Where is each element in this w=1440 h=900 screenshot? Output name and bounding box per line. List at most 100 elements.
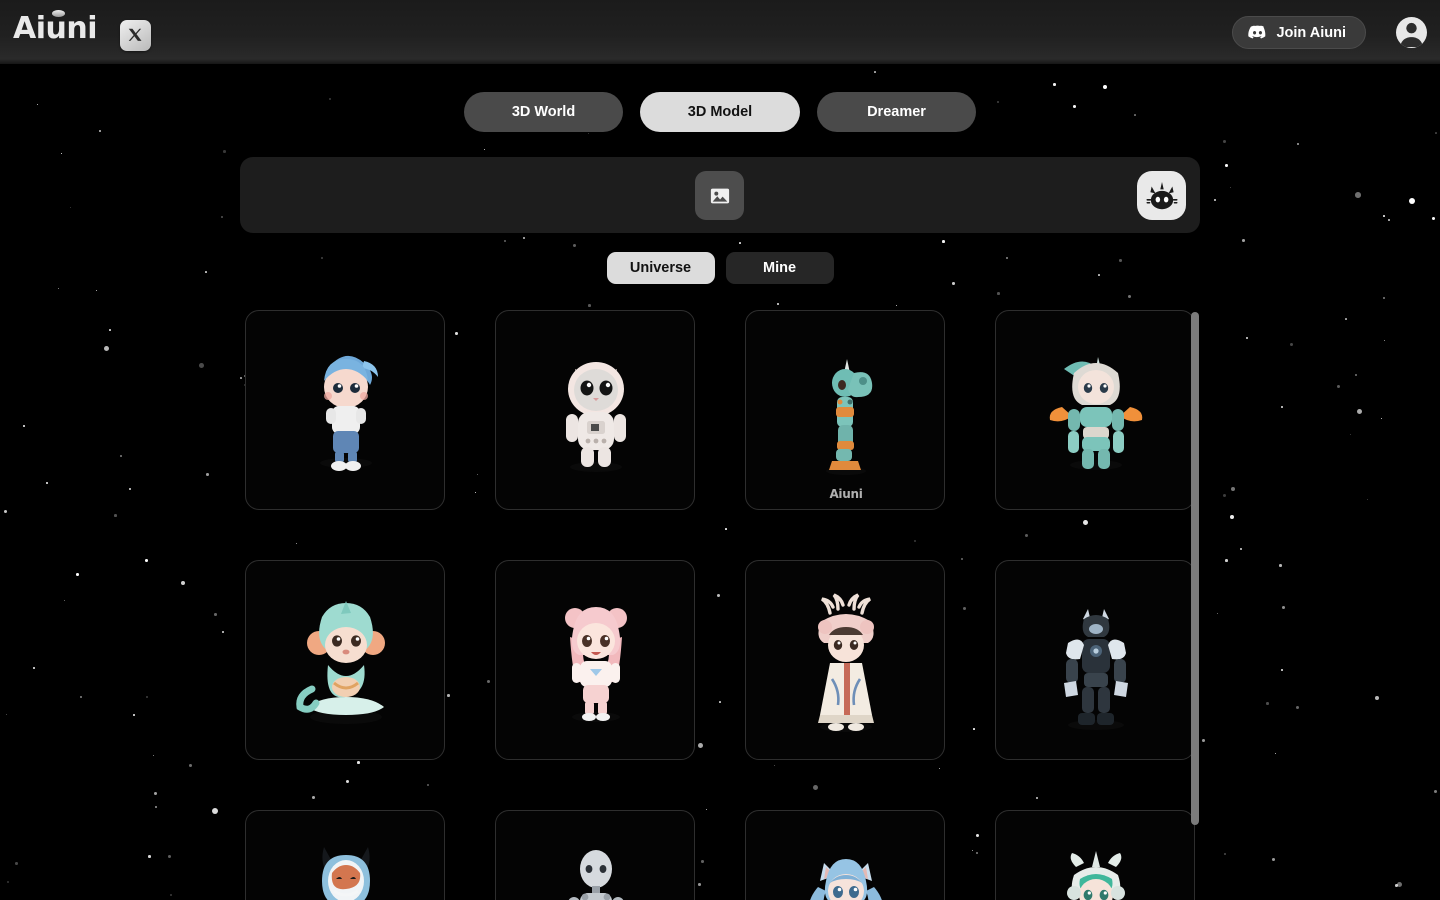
star-dot <box>1345 318 1347 320</box>
model-gallery: Aiuni <box>245 310 1200 900</box>
star-dot <box>114 514 117 517</box>
star-dot <box>222 631 225 634</box>
star-dot <box>1384 340 1386 342</box>
star-dot <box>1397 882 1403 888</box>
star-dot <box>1388 219 1390 221</box>
user-avatar-icon <box>1400 22 1423 48</box>
blue-haired-boy-thumbnail <box>246 311 444 509</box>
star-dot <box>155 806 158 809</box>
gallery-scrollbar-thumb[interactable] <box>1191 312 1199 825</box>
star-dot <box>1214 199 1216 201</box>
star-dot <box>148 855 151 858</box>
generate-model-button[interactable] <box>1137 171 1186 220</box>
star-dot <box>1223 494 1226 497</box>
star-dot <box>1290 343 1294 347</box>
tab-dreamer[interactable]: Dreamer <box>817 92 976 132</box>
star-dot <box>154 792 157 795</box>
model-card[interactable] <box>745 810 945 900</box>
star-dot <box>1357 409 1363 415</box>
star-dot <box>240 377 242 379</box>
star-dot <box>588 304 591 307</box>
star-dot <box>1202 739 1205 742</box>
star-dot <box>33 667 36 670</box>
star-dot <box>484 149 486 151</box>
star-dot <box>997 292 1000 295</box>
star-dot <box>1224 853 1226 855</box>
app-logo[interactable]: Aiuni <box>13 10 98 44</box>
star-dot <box>7 881 10 884</box>
star-dot <box>181 581 186 586</box>
star-dot <box>942 240 945 243</box>
tab-mine[interactable]: Mine <box>725 252 834 284</box>
star-dot <box>1375 696 1380 701</box>
prompt-text-input[interactable] <box>258 157 678 233</box>
gallery-scrollbar-track[interactable] <box>1191 310 1199 900</box>
star-dot <box>1383 297 1385 299</box>
star-dot <box>1217 613 1219 615</box>
star-dot <box>777 303 780 306</box>
model-card[interactable] <box>495 310 695 510</box>
star-dot <box>1434 790 1438 794</box>
model-card[interactable] <box>745 560 945 760</box>
star-dot <box>1381 418 1383 420</box>
dark-armored-mech-thumbnail <box>996 561 1194 759</box>
user-avatar-button[interactable] <box>1396 17 1427 48</box>
star-dot <box>1409 198 1416 205</box>
star-dot <box>1281 669 1283 671</box>
star-dot <box>874 71 876 73</box>
star-dot <box>1296 706 1300 710</box>
star-dot <box>120 455 122 457</box>
star-dot <box>133 714 135 716</box>
star-dot <box>15 862 18 865</box>
model-card[interactable]: Aiuni <box>745 310 945 510</box>
antler-hanfu-girl-thumbnail <box>746 561 944 759</box>
star-dot <box>1242 239 1245 242</box>
star-dot <box>1395 884 1398 887</box>
tab-3d-world[interactable]: 3D World <box>464 92 623 132</box>
star-dot <box>588 133 590 135</box>
cat-astronaut-thumbnail <box>496 311 694 509</box>
teal-orange-mecha-side-thumbnail <box>746 311 944 509</box>
star-dot <box>1355 192 1361 198</box>
model-card[interactable] <box>245 310 445 510</box>
star-dot <box>739 242 741 244</box>
star-dot <box>6 714 8 716</box>
model-card[interactable] <box>495 810 695 900</box>
model-card[interactable] <box>245 810 445 900</box>
star-dot <box>4 510 8 514</box>
star-dot <box>189 764 193 768</box>
horned-helmet-warrior-thumbnail <box>246 811 444 900</box>
star-dot <box>1266 702 1269 705</box>
star-dot <box>1282 606 1286 610</box>
star-dot <box>1246 337 1248 339</box>
tab-universe[interactable]: Universe <box>606 252 715 284</box>
star-dot <box>58 288 60 290</box>
star-dot <box>212 808 219 815</box>
x-twitter-link-button[interactable] <box>120 20 151 51</box>
star-dot <box>1230 187 1232 189</box>
model-card[interactable] <box>495 560 695 760</box>
model-card[interactable] <box>995 560 1195 760</box>
star-dot <box>573 244 577 248</box>
star-dot <box>168 855 172 859</box>
star-dot <box>70 207 72 209</box>
star-dot <box>1279 564 1282 567</box>
star-dot <box>1225 559 1228 562</box>
star-dot <box>223 150 226 153</box>
star-dot <box>1272 858 1275 861</box>
star-dot <box>1281 406 1283 408</box>
star-dot <box>1297 143 1300 146</box>
image-upload-button[interactable] <box>695 171 744 220</box>
star-dot <box>1128 295 1132 299</box>
star-dot <box>46 482 49 485</box>
join-aiuni-button[interactable]: Join Aiuni <box>1232 16 1366 49</box>
star-dot <box>129 488 131 490</box>
tab-3d-model[interactable]: 3D Model <box>640 92 800 132</box>
model-card[interactable] <box>995 810 1195 900</box>
model-card[interactable] <box>245 560 445 760</box>
star-dot <box>104 346 109 351</box>
star-dot <box>170 894 173 897</box>
model-card[interactable] <box>995 310 1195 510</box>
star-dot <box>1240 548 1242 550</box>
star-dot <box>504 240 506 242</box>
